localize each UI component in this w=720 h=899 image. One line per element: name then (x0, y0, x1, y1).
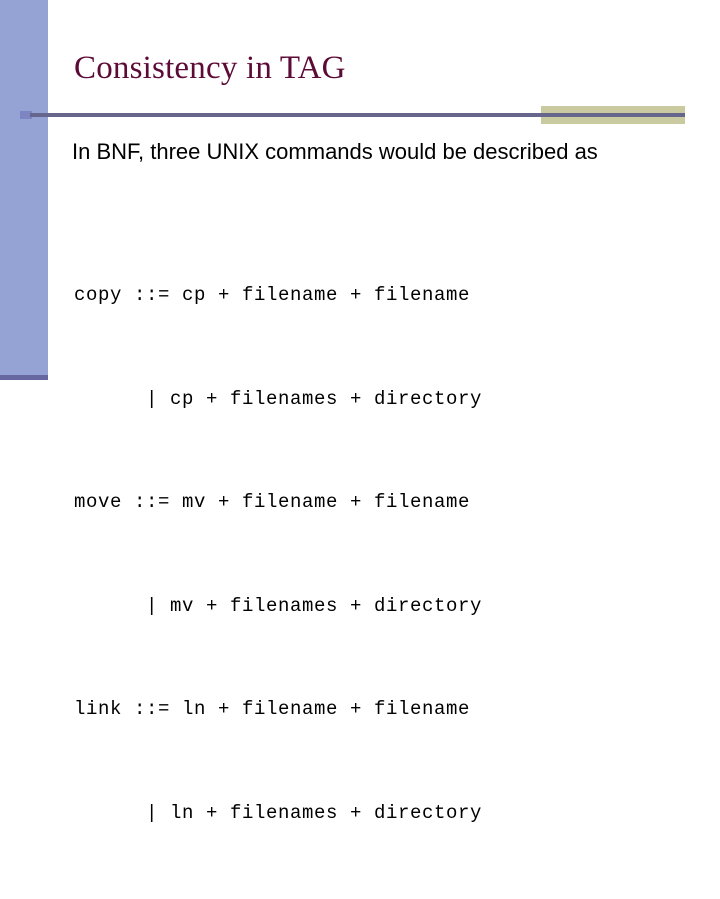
left-accent-bar-footer (0, 375, 48, 380)
bnf-line-move-1: move ::= mv + filename + filename (74, 491, 471, 513)
bnf-line-copy-1: copy ::= cp + filename + filename (74, 284, 471, 306)
left-accent-bar (0, 0, 48, 375)
slide-title: Consistency in TAG (74, 50, 346, 86)
bnf-line-link-2: | ln + filenames + directory (74, 801, 483, 824)
title-divider-line (30, 113, 685, 117)
bnf-line-copy-2: | cp + filenames + directory (74, 387, 483, 410)
body-paragraph: In BNF, three UNIX commands would be des… (72, 139, 598, 164)
bnf-line-move-2: | mv + filenames + directory (74, 594, 483, 617)
bnf-code-block: copy ::= cp + filename + filename | cp +… (74, 209, 674, 899)
slide: Consistency in TAG In BNF, three UNIX co… (0, 0, 720, 824)
bnf-line-link-1: link ::= ln + filename + filename (74, 698, 471, 720)
